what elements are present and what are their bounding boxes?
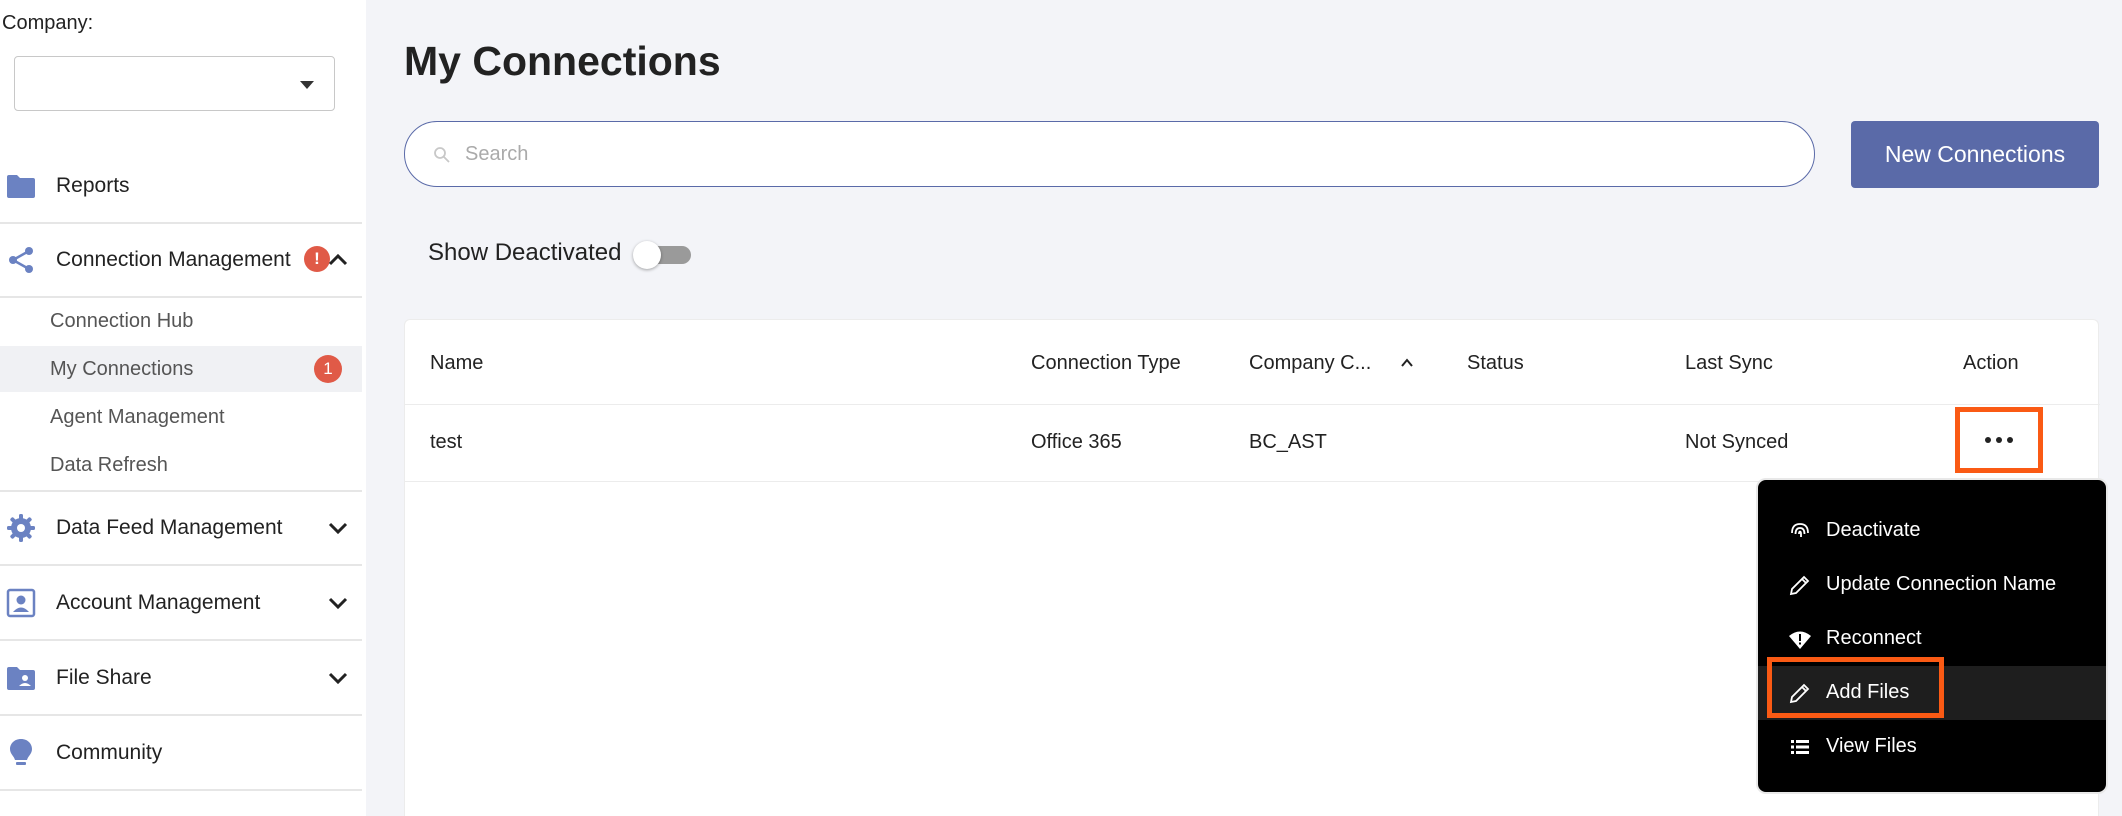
cell-name: test bbox=[430, 431, 463, 453]
column-header-last-sync[interactable]: Last Sync bbox=[1685, 352, 1773, 375]
lightbulb-icon bbox=[6, 738, 36, 768]
chevron-down-icon bbox=[328, 672, 348, 685]
sidebar-item-label: Community bbox=[56, 741, 163, 764]
search-icon bbox=[434, 147, 450, 163]
list-icon bbox=[1791, 740, 1809, 754]
share-icon bbox=[6, 245, 36, 275]
column-header-action: Action bbox=[1963, 352, 2019, 374]
company-select[interactable] bbox=[14, 56, 335, 111]
sidebar-item-label: Reports bbox=[56, 174, 130, 197]
sidebar-subitem-connection-hub[interactable]: Connection Hub bbox=[0, 298, 362, 344]
action-context-menu: Deactivate Update Connection Name Reconn… bbox=[1756, 478, 2108, 794]
folder-icon bbox=[6, 171, 36, 201]
column-header-name[interactable]: Name bbox=[430, 352, 483, 375]
add-files-highlight bbox=[1767, 657, 1944, 718]
sidebar-item-label: Data Feed Management bbox=[56, 516, 283, 539]
divider bbox=[0, 222, 362, 224]
sidebar-subitem-label: Agent Management bbox=[50, 406, 225, 428]
sidebar-item-data-feed-management[interactable]: Data Feed Management bbox=[0, 508, 362, 548]
fingerprint-icon bbox=[1791, 523, 1809, 537]
toggle-knob bbox=[633, 241, 661, 269]
cell-connection-type: Office 365 bbox=[1031, 431, 1122, 453]
pencil-icon bbox=[1789, 575, 1810, 596]
chevron-down-icon bbox=[328, 522, 348, 535]
column-header-connection-type[interactable]: Connection Type bbox=[1031, 352, 1181, 375]
divider bbox=[0, 789, 362, 791]
sidebar-item-reports[interactable]: Reports bbox=[0, 166, 362, 206]
company-label: Company: bbox=[2, 12, 94, 34]
row-action-menu-button[interactable] bbox=[1955, 407, 2043, 473]
more-horizontal-icon bbox=[1985, 437, 2013, 443]
chevron-down-icon bbox=[328, 597, 348, 610]
chevron-up-icon bbox=[328, 253, 348, 266]
caret-down-icon bbox=[300, 81, 314, 89]
row-divider bbox=[405, 404, 2100, 405]
menu-item-label: Reconnect bbox=[1826, 627, 1922, 649]
sidebar-subitem-agent-management[interactable]: Agent Management bbox=[0, 394, 362, 440]
sidebar-item-label: Account Management bbox=[56, 591, 261, 614]
sidebar-subitem-label: Connection Hub bbox=[50, 310, 194, 332]
menu-item-label: Deactivate bbox=[1826, 519, 1921, 541]
count-badge: 1 bbox=[314, 355, 342, 383]
wifi-alert-icon bbox=[1789, 631, 1811, 649]
sidebar-item-file-share[interactable]: File Share bbox=[0, 658, 362, 698]
column-header-status[interactable]: Status bbox=[1467, 352, 1524, 375]
cell-last-sync: Not Synced bbox=[1685, 431, 1789, 453]
sidebar-item-community[interactable]: Community bbox=[0, 733, 362, 773]
sidebar-subitem-data-refresh[interactable]: Data Refresh bbox=[0, 442, 362, 488]
menu-item-label: View Files bbox=[1826, 735, 1917, 757]
sidebar-item-label: Connection Management bbox=[56, 248, 291, 271]
search-input[interactable] bbox=[465, 134, 1765, 174]
page-title: My Connections bbox=[404, 38, 721, 84]
menu-item-update-connection-name[interactable]: Update Connection Name bbox=[1758, 558, 2106, 612]
sidebar-subitem-label: My Connections bbox=[50, 358, 194, 380]
column-header-company[interactable]: Company C... bbox=[1249, 352, 1371, 375]
gear-icon bbox=[6, 513, 36, 543]
menu-item-view-files[interactable]: View Files bbox=[1758, 720, 2106, 774]
menu-item-label: Update Connection Name bbox=[1826, 573, 2057, 595]
divider bbox=[0, 490, 362, 492]
new-connections-button[interactable]: New Connections bbox=[1851, 121, 2099, 188]
divider bbox=[0, 639, 362, 641]
menu-item-deactivate[interactable]: Deactivate bbox=[1758, 504, 2106, 558]
show-deactivated-label: Show Deactivated bbox=[428, 239, 622, 266]
sidebar-subitem-label: Data Refresh bbox=[50, 454, 168, 476]
divider bbox=[0, 564, 362, 566]
search-box[interactable] bbox=[404, 121, 1815, 187]
sidebar-item-account-management[interactable]: Account Management bbox=[0, 583, 362, 623]
sidebar-item-connection-management[interactable]: Connection Management ! bbox=[0, 240, 362, 280]
sidebar-subitem-my-connections[interactable]: My Connections 1 bbox=[0, 346, 362, 392]
sidebar: Company: Reports Connection Management !… bbox=[0, 0, 366, 816]
show-deactivated-toggle[interactable] bbox=[633, 240, 691, 269]
sort-ascending-icon[interactable] bbox=[1399, 356, 1415, 370]
divider bbox=[0, 714, 362, 716]
folder-user-icon bbox=[6, 663, 36, 693]
cell-company: BC_AST bbox=[1249, 431, 1327, 453]
account-icon bbox=[6, 588, 36, 618]
sidebar-item-label: File Share bbox=[56, 666, 152, 689]
